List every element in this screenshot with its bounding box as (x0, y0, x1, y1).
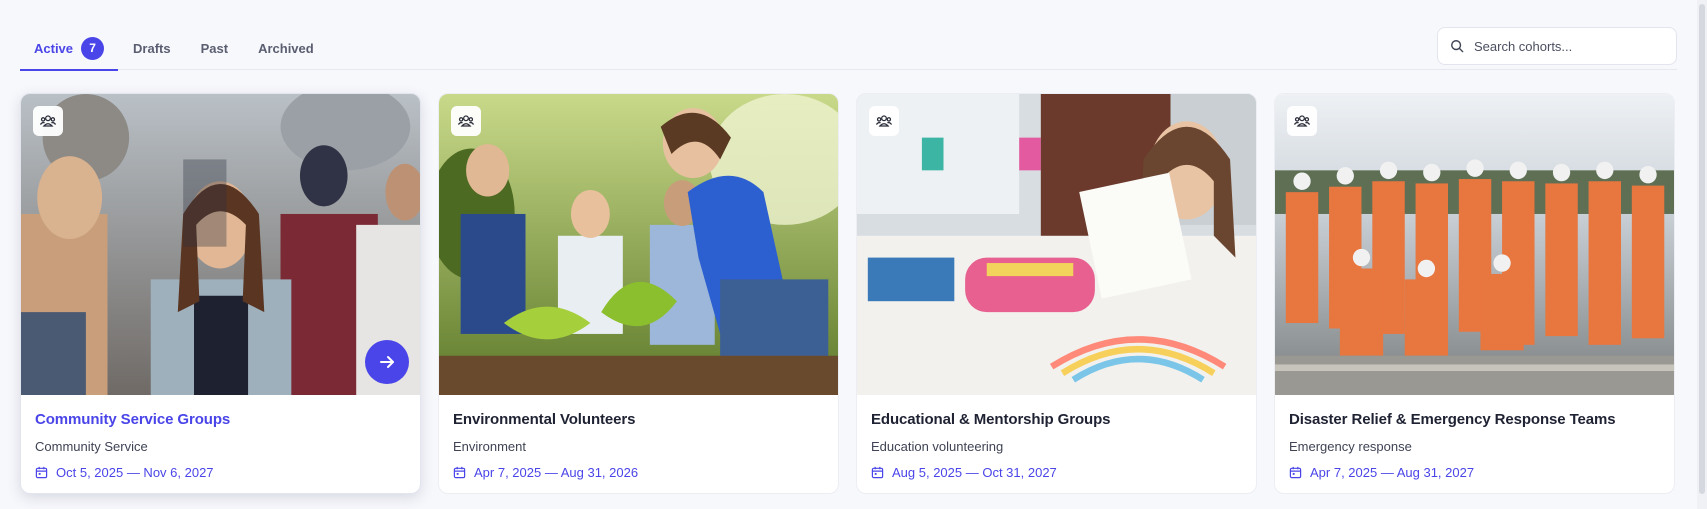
search-input[interactable] (1474, 38, 1664, 54)
tab-label: Past (200, 40, 229, 56)
tree-planting-photo (439, 94, 838, 395)
cohort-card[interactable]: Disaster Relief & Emergency Response Tea… (1274, 93, 1675, 494)
cohort-image (439, 94, 838, 395)
cohort-toolbar: Active 7 Drafts Past Archived (20, 26, 1677, 71)
cohort-dates: Apr 7, 2025 — Aug 31, 2026 (453, 465, 824, 480)
date-range-text: Apr 7, 2025 — Aug 31, 2026 (474, 465, 639, 480)
search-box[interactable] (1437, 27, 1677, 65)
tab-archived[interactable]: Archived (243, 26, 329, 70)
users-icon (39, 115, 57, 127)
date-range-text: Aug 5, 2025 — Oct 31, 2027 (892, 465, 1057, 480)
cohort-image (1275, 94, 1674, 395)
tab-past[interactable]: Past (186, 26, 243, 70)
cohort-category: Emergency response (1289, 439, 1412, 454)
arrow-right-icon (380, 356, 394, 368)
calendar-icon (871, 466, 884, 479)
cohort-dates: Apr 7, 2025 — Aug 31, 2027 (1289, 465, 1660, 480)
cohort-category: Education volunteering (871, 439, 1004, 454)
tab-label: Archived (258, 40, 314, 56)
group-badge (1287, 106, 1317, 136)
cohort-dates: Aug 5, 2025 — Oct 31, 2027 (871, 465, 1242, 480)
group-badge (33, 106, 63, 136)
cohort-image (21, 94, 420, 395)
rescue-team-photo (1275, 94, 1674, 395)
crowd-photo (21, 94, 420, 395)
users-icon (457, 115, 475, 127)
group-badge (451, 106, 481, 136)
tab-label: Active (34, 40, 74, 56)
calendar-icon (35, 466, 48, 479)
cohort-category: Community Service (35, 439, 148, 454)
scrollbar-thumb[interactable] (1699, 4, 1705, 494)
open-cohort-button[interactable] (365, 340, 409, 384)
tab-label: Drafts (133, 40, 171, 56)
cohort-card[interactable]: Educational & Mentorship Groups Educatio… (856, 93, 1257, 494)
cohort-tabs: Active 7 Drafts Past Archived (20, 26, 329, 71)
tab-active[interactable]: Active 7 (20, 26, 119, 71)
cohort-category: Environment (453, 439, 526, 454)
cohort-title: Environmental Volunteers (453, 411, 636, 428)
date-range-text: Apr 7, 2025 — Aug 31, 2027 (1310, 465, 1475, 480)
users-icon (1293, 115, 1311, 127)
child-drawing-photo (857, 94, 1256, 395)
cohort-title: Educational & Mentorship Groups (871, 411, 1111, 428)
search-icon (1451, 40, 1464, 53)
cohort-card[interactable]: Environmental Volunteers Environment Apr… (438, 93, 839, 494)
cohort-image (857, 94, 1256, 395)
cohort-dates: Oct 5, 2025 — Nov 6, 2027 (35, 465, 406, 480)
cohort-title: Disaster Relief & Emergency Response Tea… (1289, 411, 1616, 428)
count-badge: 7 (81, 36, 105, 60)
page-scrollbar[interactable] (1697, 0, 1707, 509)
group-badge (869, 106, 899, 136)
tab-drafts[interactable]: Drafts (118, 26, 186, 70)
cohort-title: Community Service Groups (35, 411, 231, 428)
calendar-icon (453, 466, 466, 479)
date-range-text: Oct 5, 2025 — Nov 6, 2027 (56, 465, 214, 480)
users-icon (875, 115, 893, 127)
cohort-card[interactable]: Community Service Groups Community Servi… (20, 93, 421, 494)
calendar-icon (1289, 466, 1302, 479)
cohort-card-list: Community Service Groups Community Servi… (20, 93, 1675, 494)
